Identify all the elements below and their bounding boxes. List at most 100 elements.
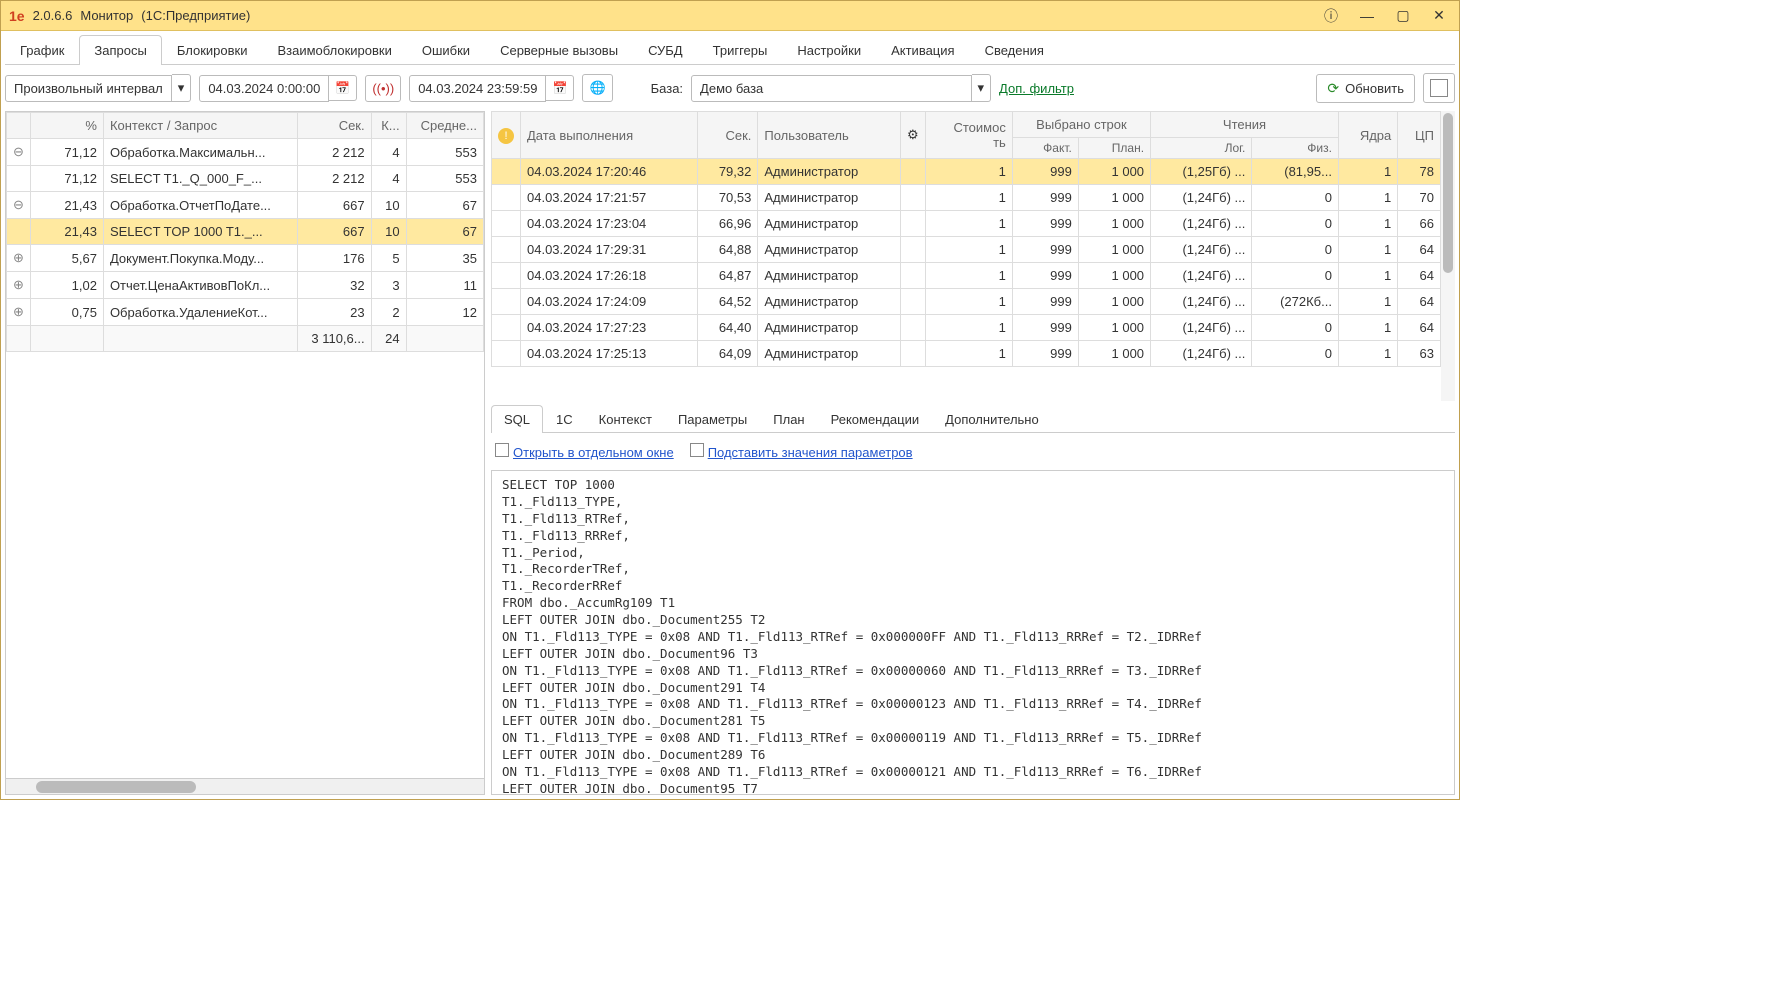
chevron-down-icon[interactable]: ▾ (172, 74, 192, 102)
right-row[interactable]: 04.03.2024 17:27:2364,40Администратор199… (492, 315, 1441, 341)
col-date[interactable]: Дата выполнения (521, 112, 698, 159)
main-tabs: ГрафикЗапросыБлокировкиВзаимоблокировкиО… (5, 35, 1455, 65)
base-value: Демо база (691, 75, 971, 102)
app-logo: 1e (9, 8, 25, 24)
left-col-header[interactable]: Средне... (406, 113, 483, 139)
right-row[interactable]: 04.03.2024 17:23:0466,96Администратор199… (492, 211, 1441, 237)
tab-активация[interactable]: Активация (876, 35, 969, 65)
refresh-label: Обновить (1345, 81, 1404, 96)
col-cost[interactable]: Стоимость (925, 112, 1012, 159)
date-to-value: 04.03.2024 23:59:59 (409, 75, 546, 102)
expand-icon[interactable]: ⊕ (7, 272, 31, 299)
left-row[interactable]: 71,12SELECT T1._Q_000_F_...2 2124553 (7, 166, 484, 192)
calendar-icon[interactable]: 📅 (546, 75, 574, 101)
h-scrollbar[interactable] (6, 778, 484, 794)
right-row[interactable]: 04.03.2024 17:25:1364,09Администратор199… (492, 341, 1441, 367)
right-grid[interactable]: ! Дата выполненияСек.Пользователь ⚙ Стоимос… (491, 111, 1441, 401)
subtab-рекомендации[interactable]: Рекомендации (818, 405, 933, 433)
app-window: 1e 2.0.6.6 Монитор (1С:Предприятие) ⓘ — … (0, 0, 1460, 800)
left-row[interactable]: ⊕0,75Обработка.УдалениеКот...23212 (7, 299, 484, 326)
tab-сведения[interactable]: Сведения (970, 35, 1059, 65)
col-gear[interactable]: ⚙ (900, 112, 925, 159)
right-top: ! Дата выполненияСек.Пользователь ⚙ Стоимос… (491, 111, 1455, 401)
left-row[interactable]: ⊖21,43Обработка.ОтчетПоДате...6671067 (7, 192, 484, 219)
left-col-header[interactable]: К... (371, 113, 406, 139)
subtab-план[interactable]: План (760, 405, 817, 433)
tab-взаимоблокировки[interactable]: Взаимоблокировки (262, 35, 406, 65)
titlebar: 1e 2.0.6.6 Монитор (1С:Предприятие) ⓘ — … (1, 1, 1459, 31)
left-table: %Контекст / ЗапросСек.К...Средне...⊖71,1… (6, 112, 484, 352)
col-user[interactable]: Пользователь (758, 112, 901, 159)
close-button[interactable]: ✕ (1427, 4, 1451, 28)
expand-icon[interactable]: ⊖ (7, 139, 31, 166)
maximize-button[interactable]: ▢ (1391, 4, 1415, 28)
left-row[interactable]: ⊕5,67Документ.Покупка.Моду...176535 (7, 245, 484, 272)
expand-icon[interactable] (7, 219, 31, 245)
col-reads[interactable]: Чтения (1151, 112, 1339, 138)
left-col-header[interactable]: Контекст / Запрос (103, 113, 297, 139)
col-rows[interactable]: Выбрано строк (1012, 112, 1150, 138)
toolbar: Произвольный интервал ▾ 04.03.2024 0:00:… (5, 69, 1455, 107)
gear-icon: ⚙ (907, 127, 919, 142)
additional-filter-link[interactable]: Доп. фильтр (999, 81, 1074, 96)
minimize-button[interactable]: — (1355, 4, 1379, 28)
app-suffix: (1С:Предприятие) (141, 8, 250, 23)
left-row[interactable]: ⊖71,12Обработка.Максимальн...2 2124553 (7, 139, 484, 166)
right-row[interactable]: 04.03.2024 17:20:4679,32Администратор199… (492, 159, 1441, 185)
expand-icon[interactable] (7, 166, 31, 192)
subtab-1c[interactable]: 1C (543, 405, 586, 433)
col-cpu[interactable]: ЦП (1398, 112, 1441, 159)
tab-триггеры[interactable]: Триггеры (698, 35, 783, 65)
right-row[interactable]: 04.03.2024 17:24:0964,52Администратор199… (492, 289, 1441, 315)
tab-серверные вызовы[interactable]: Серверные вызовы (485, 35, 633, 65)
right-table: ! Дата выполненияСек.Пользователь ⚙ Стоимос… (491, 111, 1441, 367)
sql-code[interactable]: SELECT TOP 1000 T1._Fld113_TYPE, T1._Fld… (491, 470, 1455, 795)
extra-tool-button[interactable] (1423, 73, 1455, 103)
params-icon (690, 443, 704, 457)
open-ext-label: Открыть в отдельном окне (513, 445, 674, 460)
open-ext-link[interactable]: Открыть в отдельном окне (495, 443, 674, 460)
v-scrollbar[interactable] (1441, 111, 1455, 401)
left-row[interactable]: 21,43SELECT TOP 1000 T1._...6671067 (7, 219, 484, 245)
subst-params-link[interactable]: Подставить значения параметров (690, 443, 913, 460)
base-label: База: (651, 81, 683, 96)
calendar-icon[interactable]: 📅 (329, 75, 357, 101)
interval-select[interactable]: Произвольный интервал ▾ (5, 74, 191, 102)
subtab-контекст[interactable]: Контекст (586, 405, 665, 433)
left-pane: %Контекст / ЗапросСек.К...Средне...⊖71,1… (5, 111, 485, 795)
refresh-button[interactable]: ⟳ Обновить (1316, 74, 1415, 103)
right-row[interactable]: 04.03.2024 17:29:3164,88Администратор199… (492, 237, 1441, 263)
expand-icon[interactable]: ⊖ (7, 192, 31, 219)
live-button[interactable]: ((•)) (365, 75, 401, 102)
warning-icon: ! (498, 128, 514, 144)
expand-icon[interactable]: ⊕ (7, 245, 31, 272)
right-row[interactable]: 04.03.2024 17:26:1864,87Администратор199… (492, 263, 1441, 289)
date-to-input[interactable]: 04.03.2024 23:59:59 📅 (409, 75, 574, 102)
window-icon (495, 443, 509, 457)
tab-блокировки[interactable]: Блокировки (162, 35, 263, 65)
col-sec[interactable]: Сек. (697, 112, 758, 159)
info-icon[interactable]: ⓘ (1319, 4, 1343, 28)
left-col-header[interactable]: Сек. (297, 113, 371, 139)
left-grid[interactable]: %Контекст / ЗапросСек.К...Средне...⊖71,1… (6, 112, 484, 778)
left-row[interactable]: ⊕1,02Отчет.ЦенаАктивовПоКл...32311 (7, 272, 484, 299)
right-row[interactable]: 04.03.2024 17:21:5770,53Администратор199… (492, 185, 1441, 211)
subtab-sql[interactable]: SQL (491, 405, 543, 433)
left-col-header[interactable]: % (30, 113, 103, 139)
subtab-параметры[interactable]: Параметры (665, 405, 760, 433)
expand-icon[interactable]: ⊕ (7, 299, 31, 326)
app-name: Монитор (80, 8, 133, 23)
col-cores[interactable]: Ядра (1338, 112, 1397, 159)
tab-запросы[interactable]: Запросы (79, 35, 161, 65)
warn-col[interactable]: ! (492, 112, 521, 159)
globe-button[interactable]: 🌐 (582, 74, 612, 102)
tab-ошибки[interactable]: Ошибки (407, 35, 485, 65)
subtab-дополнительно[interactable]: Дополнительно (932, 405, 1052, 433)
window-buttons: ⓘ — ▢ ✕ (1319, 4, 1451, 28)
tab-настройки[interactable]: Настройки (782, 35, 876, 65)
chevron-down-icon[interactable]: ▾ (972, 74, 992, 102)
tab-график[interactable]: График (5, 35, 79, 65)
tab-субд[interactable]: СУБД (633, 35, 698, 65)
base-select[interactable]: Демо база ▾ (691, 74, 991, 102)
date-from-input[interactable]: 04.03.2024 0:00:00 📅 (199, 75, 357, 102)
